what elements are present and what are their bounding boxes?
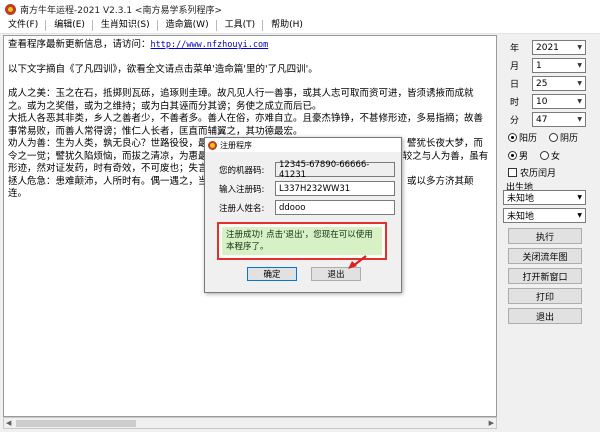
menu-zodiac-knowledge[interactable]: 生肖知识(S)	[93, 20, 158, 31]
radio-male-dot[interactable]	[508, 151, 517, 160]
hour-select[interactable]: 10 ▼	[532, 94, 586, 109]
ok-button[interactable]: 确定	[247, 267, 297, 281]
app-icon	[5, 3, 16, 15]
chevron-down-icon: ▼	[577, 80, 582, 87]
radio-male-label: 男	[519, 152, 529, 162]
machine-code-row: 您的机器码: 12345-67890-66666-41231	[219, 160, 395, 180]
name-field[interactable]: ddooo	[275, 200, 395, 215]
leap-month-label: 农历闰月	[520, 169, 557, 179]
chevron-down-icon: ▼	[577, 62, 582, 69]
excerpt-intro: 以下文字摘自《了凡四训》，欲看全文请点击菜单'造命篇'里的'了凡四训'。	[8, 63, 318, 75]
leap-month-checkbox[interactable]: 农历闰月	[508, 166, 556, 179]
menu-destiny[interactable]: 造命篇(W)	[158, 20, 217, 31]
reg-code-field[interactable]: L337H232WW31	[275, 181, 395, 196]
year-label: 年	[510, 44, 520, 54]
day-label: 日	[510, 80, 520, 90]
minute-row: 分 47 ▼	[510, 112, 586, 127]
website-link[interactable]: http://www.nfzhouyi.com	[151, 40, 269, 50]
radio-lunar-dot[interactable]	[549, 133, 559, 142]
radio-lunar[interactable]: 阴历	[549, 131, 578, 144]
main-window: 南方牛年运程-2021 V2.3.1 <南方易学系列程序> 文件(F) 编辑(E…	[0, 0, 600, 432]
machine-code-label: 您的机器码:	[219, 165, 265, 176]
chevron-down-icon: ▼	[577, 44, 582, 51]
name-row: 注册人姓名: ddooo	[219, 200, 395, 215]
month-row: 月 1 ▼	[510, 58, 586, 73]
radio-female[interactable]: 女	[540, 149, 560, 162]
year-value: 2021	[536, 42, 559, 53]
scroll-right-icon[interactable]: ▶	[489, 419, 494, 427]
scroll-left-icon[interactable]: ◀	[6, 419, 11, 427]
red-arrow-icon	[348, 255, 367, 269]
new-window-button[interactable]: 打开新窗口	[508, 268, 582, 284]
month-value: 1	[536, 60, 542, 71]
reg-code-label: 输入注册码:	[219, 184, 265, 195]
leap-month-row: 农历闰月	[508, 166, 564, 179]
chevron-down-icon: ▼	[577, 116, 582, 123]
register-dialog: 注册程序 您的机器码: 12345-67890-66666-41231 输入注册…	[204, 137, 402, 293]
calendar-radio-group: 阳历 阴历	[508, 131, 586, 144]
paragraph-1: 成人之美：玉之在石，抵掷则瓦砾，追琢则圭璋。故凡见人行一善事，或其人志可取而资可…	[8, 88, 474, 112]
window-title: 南方牛年运程-2021 V2.3.1 <南方易学系列程序>	[20, 5, 223, 16]
month-label: 月	[510, 62, 520, 72]
reg-code-row: 输入注册码: L337H232WW31	[219, 181, 395, 196]
radio-female-dot[interactable]	[540, 151, 550, 160]
hour-value: 10	[536, 96, 548, 107]
hour-label: 时	[510, 98, 520, 108]
radio-female-label: 女	[551, 152, 561, 162]
province-value: 未知地	[507, 194, 535, 204]
province-select[interactable]: 未知地 ▼	[503, 190, 586, 205]
exit-button[interactable]: 退出	[508, 308, 582, 324]
year-row: 年 2021 ▼	[510, 40, 586, 55]
minute-select[interactable]: 47 ▼	[532, 112, 586, 127]
gender-radio-group: 男 女	[508, 149, 568, 162]
scroll-thumb[interactable]	[16, 420, 136, 427]
menu-bar: 文件(F) 编辑(E) 生肖知识(S) 造命篇(W) 工具(T) 帮助(H)	[0, 18, 600, 34]
month-select[interactable]: 1 ▼	[532, 58, 586, 73]
city-value: 未知地	[507, 212, 535, 222]
minute-value: 47	[536, 114, 548, 125]
checkbox-box[interactable]	[508, 168, 517, 177]
execute-button[interactable]: 执行	[508, 228, 582, 244]
menu-edit[interactable]: 编辑(E)	[46, 20, 93, 31]
app-icon	[208, 140, 217, 150]
radio-lunar-label: 阴历	[560, 134, 579, 144]
close-chart-button[interactable]: 关闭流年图	[508, 248, 582, 264]
name-label: 注册人姓名:	[219, 203, 265, 214]
hour-row: 时 10 ▼	[510, 94, 586, 109]
success-message: 注册成功! 点击'退出'，您现在可以使用本程序了。	[222, 227, 382, 255]
menu-help[interactable]: 帮助(H)	[263, 20, 310, 31]
radio-male[interactable]: 男	[508, 149, 528, 162]
radio-solar-label: 阳历	[519, 134, 538, 144]
machine-code-field[interactable]: 12345-67890-66666-41231	[275, 160, 395, 180]
chevron-down-icon: ▼	[577, 98, 582, 105]
dialog-title: 注册程序	[220, 140, 252, 150]
day-value: 25	[536, 78, 548, 89]
chevron-down-icon: ▼	[577, 212, 582, 219]
dialog-title-bar: 注册程序	[205, 138, 401, 152]
day-row: 日 25 ▼	[510, 76, 586, 91]
paragraph-2: 大抵人各恶其非类，乡人之善者少，不善者多。善人在俗，亦难自立。且豪杰铮铮，不甚修…	[8, 113, 484, 137]
chevron-down-icon: ▼	[577, 194, 582, 201]
menu-tools[interactable]: 工具(T)	[217, 20, 264, 31]
year-select[interactable]: 2021 ▼	[532, 40, 586, 55]
update-notice-text: 查看程序最新更新信息，请访问：	[8, 39, 151, 50]
horizontal-scrollbar[interactable]: ◀ ▶	[3, 417, 497, 429]
menu-file[interactable]: 文件(F)	[0, 20, 47, 31]
minute-label: 分	[510, 116, 520, 126]
print-button[interactable]: 打印	[508, 288, 582, 304]
city-select[interactable]: 未知地 ▼	[503, 208, 586, 223]
title-bar: 南方牛年运程-2021 V2.3.1 <南方易学系列程序>	[0, 0, 600, 18]
right-panel: 年 2021 ▼ 月 1 ▼ 日 25 ▼ 时 10 ▼ 分 47 ▼ 阳历 阴历 男 女…	[500, 35, 600, 432]
day-select[interactable]: 25 ▼	[532, 76, 586, 91]
radio-solar-dot[interactable]	[508, 133, 517, 142]
update-notice: 查看程序最新更新信息，请访问：http://www.nfzhouyi.com	[8, 39, 492, 52]
radio-solar[interactable]: 阳历	[508, 131, 537, 144]
